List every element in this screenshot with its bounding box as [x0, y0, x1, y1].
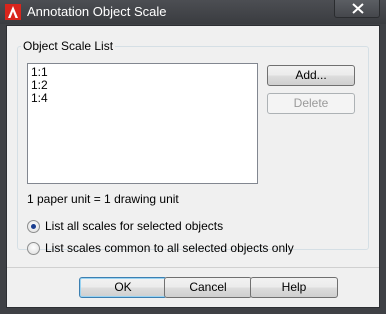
help-button[interactable]: Help — [250, 277, 338, 298]
radio-unselected-indicator[interactable] — [27, 242, 40, 255]
dialog-client-area: Object Scale List 1:1 1:2 1:4 Add... Del… — [6, 25, 380, 308]
radio-selected-indicator[interactable] — [27, 220, 40, 233]
ok-button[interactable]: OK — [79, 277, 167, 298]
cancel-button[interactable]: Cancel — [164, 277, 252, 298]
delete-button[interactable]: Delete — [267, 93, 355, 114]
window-title: Annotation Object Scale — [27, 4, 167, 19]
radio-label: List scales common to all selected objec… — [45, 241, 294, 255]
close-icon — [352, 3, 364, 14]
autocad-app-icon[interactable] — [5, 4, 21, 20]
radio-label: List all scales for selected objects — [45, 219, 224, 233]
list-item[interactable]: 1:4 — [31, 92, 257, 105]
list-item[interactable]: 1:2 — [31, 79, 257, 92]
unit-info-text: 1 paper unit = 1 drawing unit — [27, 192, 179, 206]
scale-listbox[interactable]: 1:1 1:2 1:4 — [27, 63, 258, 184]
footer-divider — [7, 267, 379, 268]
list-item[interactable]: 1:1 — [31, 66, 257, 79]
close-button[interactable] — [334, 0, 380, 18]
add-button[interactable]: Add... — [267, 65, 355, 86]
dialog-window: Annotation Object Scale Object Scale Lis… — [0, 0, 386, 314]
group-label: Object Scale List — [21, 39, 116, 53]
title-bar[interactable]: Annotation Object Scale — [0, 0, 386, 24]
